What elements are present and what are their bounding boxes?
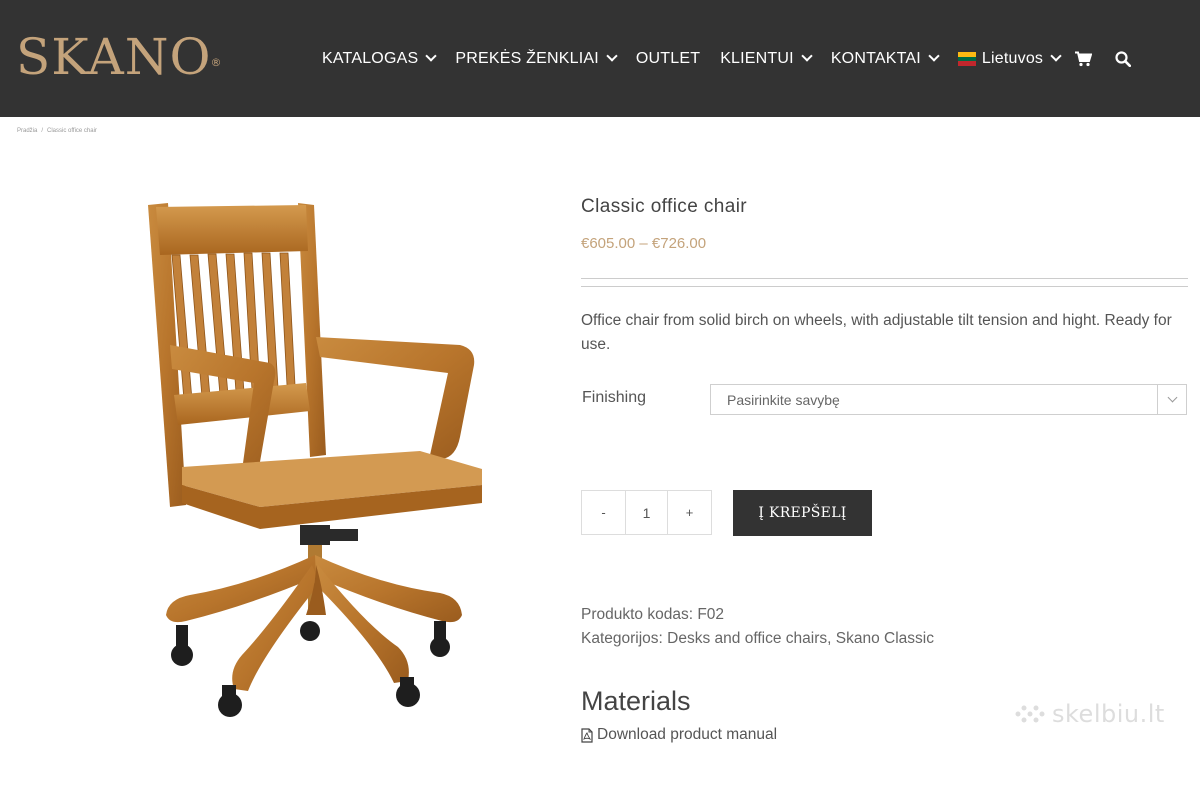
registered-mark: ® <box>210 56 222 69</box>
product-image[interactable] <box>130 185 500 730</box>
download-manual-link[interactable]: Download product manual <box>581 726 777 744</box>
language-selector[interactable]: Lietuvos <box>957 50 1062 68</box>
watermark-text: skelbiu.lt <box>1052 700 1165 728</box>
nav-item-outlet[interactable]: OUTLET <box>636 50 700 68</box>
sku-value: F02 <box>697 606 725 623</box>
breadcrumb: Pradžia / Classic office chair <box>17 128 101 134</box>
search-icon[interactable] <box>1112 48 1134 70</box>
nav-item-kontaktai[interactable]: KONTAKTAI <box>830 50 940 68</box>
chevron-down-icon <box>1157 385 1186 414</box>
chevron-down-icon <box>801 50 813 62</box>
pdf-file-icon <box>581 727 593 743</box>
skano-logo[interactable]: SKANO ® <box>16 28 221 86</box>
chevron-down-icon <box>928 50 940 62</box>
nav-item-label: KLIENTUI <box>720 50 794 67</box>
category-link[interactable]: Desks and office chairs <box>667 630 827 647</box>
categories-label: Kategorijos: <box>581 630 663 647</box>
category-separator: , <box>827 630 836 647</box>
quantity-stepper: - 1 + <box>581 490 712 535</box>
breadcrumb-home[interactable]: Pradžia <box>17 128 37 134</box>
nav-item-label: OUTLET <box>635 50 701 67</box>
product-categories: Kategorijos: Desks and office chairs, Sk… <box>581 630 934 648</box>
lithuania-flag-icon <box>957 52 976 67</box>
nav-item-klientui[interactable]: KLIENTUI <box>720 50 813 68</box>
qty-input[interactable]: 1 <box>625 491 668 534</box>
divider <box>581 286 1188 287</box>
qty-plus-button[interactable]: + <box>668 491 711 534</box>
main-nav: KATALOGAS PREKĖS ŽENKLIAI OUTLET KLIENTU… <box>322 47 1134 71</box>
qty-minus-button[interactable]: - <box>582 491 625 534</box>
nav-item-label: KONTAKTAI <box>830 50 921 67</box>
category-link[interactable]: Skano Classic <box>836 630 934 647</box>
product-description: Office chair from solid birch on wheels,… <box>581 312 1172 353</box>
product-sku: Produkto kodas: F02 <box>581 606 724 624</box>
watermark: skelbiu.lt <box>1014 700 1165 728</box>
finishing-select-value: Pasirinkite savybę <box>727 391 840 408</box>
product-title: Classic office chair <box>581 196 748 217</box>
finishing-label: Finishing <box>582 389 647 406</box>
breadcrumb-separator: / <box>41 128 44 134</box>
nav-item-label: KATALOGAS <box>322 50 419 67</box>
language-label: Lietuvos <box>981 50 1044 67</box>
add-to-cart-button[interactable]: Į KREPŠELĮ <box>733 490 872 536</box>
finishing-select[interactable]: Pasirinkite savybę <box>710 384 1187 415</box>
nav-item-prekes-zenkliai[interactable]: PREKĖS ŽENKLIAI <box>455 50 618 68</box>
cart-icon[interactable] <box>1072 48 1094 70</box>
download-manual-label: Download product manual <box>597 726 778 743</box>
chevron-down-icon <box>1050 50 1062 62</box>
chevron-down-icon <box>425 50 438 62</box>
divider <box>581 278 1188 279</box>
logo-text: SKANO <box>16 28 212 86</box>
chevron-down-icon <box>606 50 618 62</box>
breadcrumb-current: Classic office chair <box>47 128 97 134</box>
watermark-logo-icon <box>1015 705 1045 723</box>
sku-label: Produkto kodas: <box>581 606 694 623</box>
materials-heading: Materials <box>581 686 691 716</box>
nav-item-katalogas[interactable]: KATALOGAS <box>322 50 438 68</box>
site-header: SKANO ® KATALOGAS PREKĖS ŽENKLIAI OUTLET … <box>0 0 1200 117</box>
product-price: €605.00 – €726.00 <box>581 235 707 252</box>
nav-item-label: PREKĖS ŽENKLIAI <box>455 50 599 67</box>
